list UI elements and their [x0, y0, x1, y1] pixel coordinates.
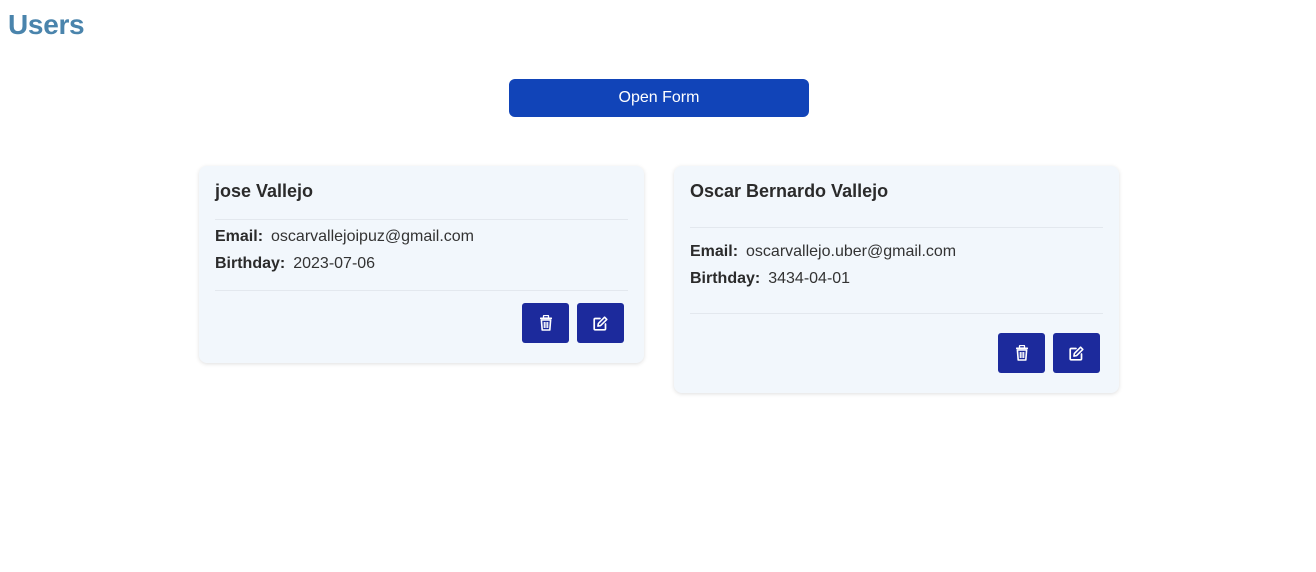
delete-button[interactable]	[522, 303, 569, 343]
birthday-row: Birthday: 3434-04-01	[690, 270, 850, 288]
divider	[690, 227, 1103, 228]
trash-icon	[1015, 345, 1029, 361]
email-label: Email:	[690, 243, 739, 260]
divider	[215, 290, 628, 291]
email-value: oscarvallejo.uber@gmail.com	[746, 243, 957, 260]
birthday-row: Birthday: 2023-07-06	[215, 255, 375, 273]
user-card: jose Vallejo Email: oscarvallejoipuz@gmai…	[199, 166, 644, 363]
user-name: jose Vallejo	[215, 181, 314, 201]
trash-icon	[539, 315, 553, 331]
birthday-label: Birthday:	[690, 270, 761, 287]
open-form-button[interactable]: Open Form	[509, 79, 809, 117]
email-row: Email: oscarvallejo.uber@gmail.com	[690, 243, 956, 261]
email-label: Email:	[215, 228, 264, 245]
edit-icon	[593, 315, 608, 331]
user-card: Oscar Bernardo Vallejo Email: oscarvallej…	[674, 166, 1119, 393]
user-name: Oscar Bernardo Vallejo	[690, 181, 889, 201]
edit-icon	[1069, 345, 1084, 361]
divider	[690, 313, 1103, 314]
birthday-label: Birthday:	[215, 255, 286, 272]
edit-button[interactable]	[1053, 333, 1100, 373]
divider	[215, 219, 628, 220]
birthday-value: 3434-04-01	[768, 270, 851, 287]
edit-button[interactable]	[577, 303, 624, 343]
delete-button[interactable]	[998, 333, 1045, 373]
users-page: Users Open Form jose Vallejo Email: oscar…	[0, 0, 1316, 572]
email-value: oscarvallejoipuz@gmail.com	[271, 228, 474, 245]
page-title: Users	[8, 9, 85, 40]
birthday-value: 2023-07-06	[293, 255, 376, 272]
email-row: Email: oscarvallejoipuz@gmail.com	[215, 228, 474, 246]
